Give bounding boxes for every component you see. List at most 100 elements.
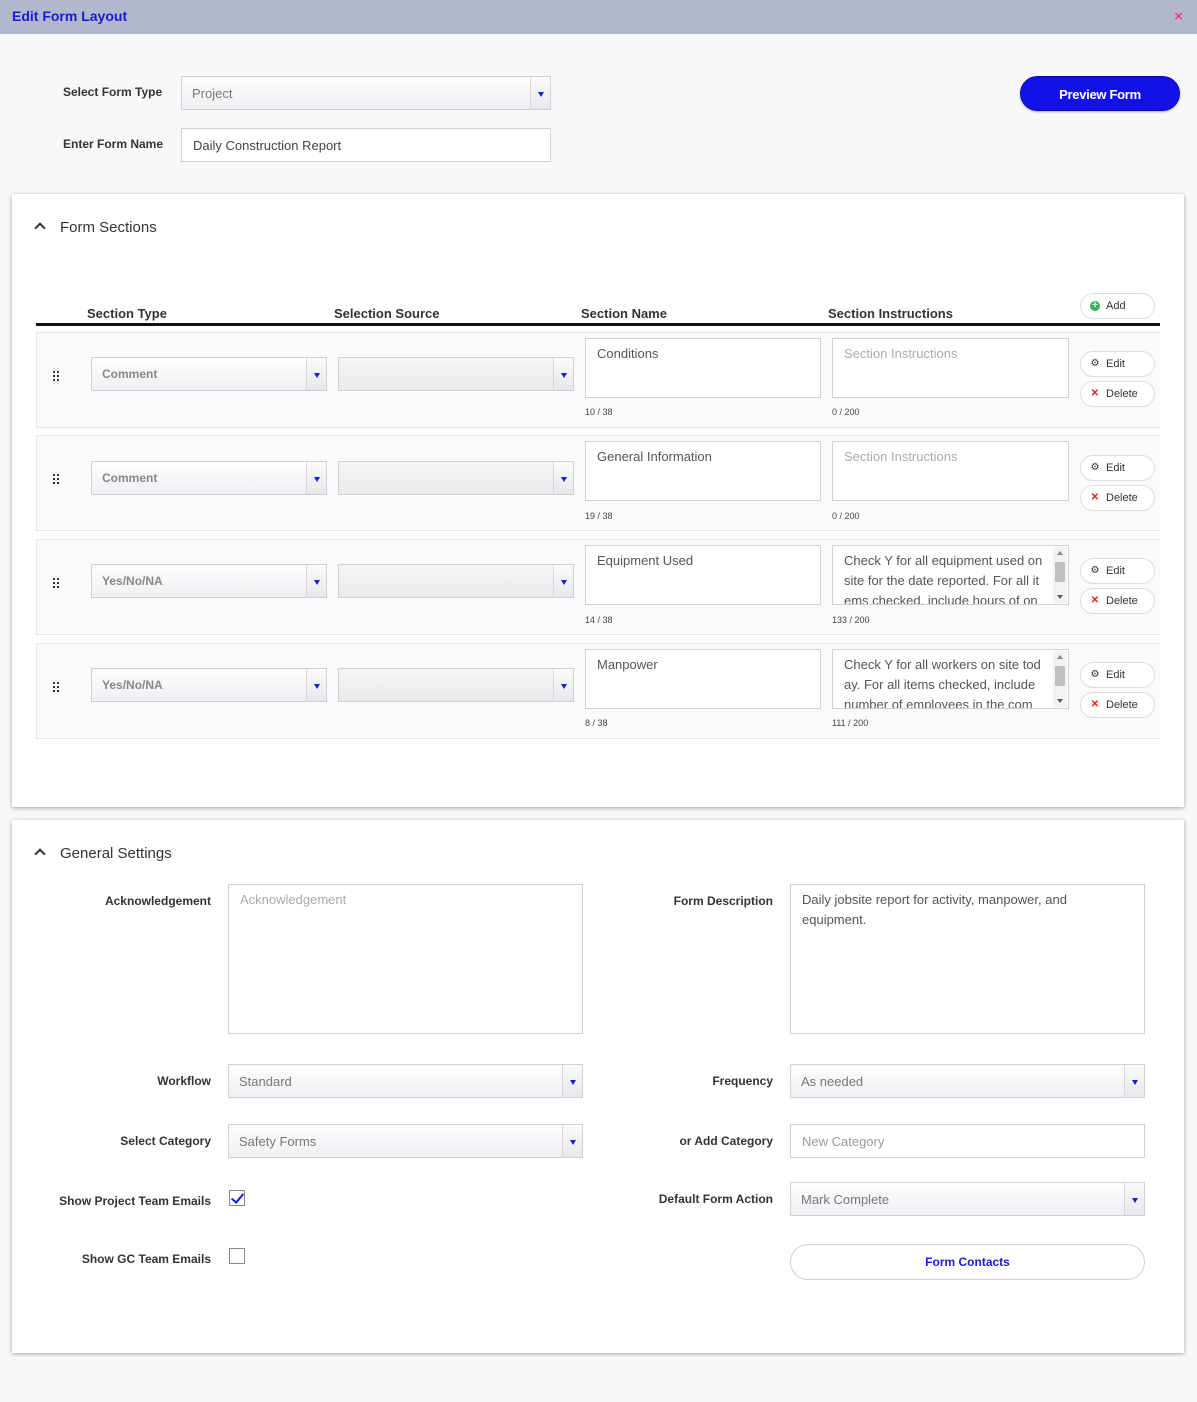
scroll-down-icon[interactable] [1057, 699, 1063, 703]
acknowledgement-field[interactable]: Acknowledgement [228, 884, 583, 1034]
dropdown-caret-icon [562, 1125, 582, 1157]
scroll-down-icon[interactable] [1057, 595, 1063, 599]
edit-section-button[interactable]: ⚙ Edit [1080, 558, 1155, 584]
scroll-up-icon[interactable] [1057, 655, 1063, 659]
section-instructions-field[interactable]: Check Y for all equipment used on site f… [832, 545, 1069, 605]
dropdown-caret-icon [553, 462, 573, 494]
project-team-emails-checkbox[interactable] [229, 1190, 245, 1206]
section-name-field[interactable]: Conditions [585, 338, 821, 398]
selection-source-select[interactable] [338, 668, 574, 702]
selection-source-select[interactable] [338, 461, 574, 495]
scroll-thumb[interactable] [1055, 562, 1065, 582]
col-section-instructions: Section Instructions [828, 306, 953, 321]
frequency-value: As needed [801, 1074, 864, 1089]
edit-label: Edit [1106, 669, 1125, 681]
section-instructions-field[interactable]: Check Y for all workers on site tod ay. … [832, 649, 1069, 709]
edit-section-button[interactable]: ⚙ Edit [1080, 455, 1155, 481]
section-type-value: Yes/No/NA [102, 678, 163, 692]
scroll-up-icon[interactable] [1057, 551, 1063, 555]
section-type-select[interactable]: Yes/No/NA [91, 668, 327, 702]
section-row: Comment Conditions 10 / 38 Section Instr… [36, 332, 1160, 428]
preview-form-button[interactable]: Preview Form [1020, 76, 1180, 111]
delete-label: Delete [1106, 492, 1138, 504]
section-instructions-field[interactable]: Section Instructions [832, 441, 1069, 501]
form-description-label: Form Description [673, 894, 773, 908]
drag-handle-icon[interactable] [51, 577, 61, 591]
delete-label: Delete [1106, 595, 1138, 607]
edit-label: Edit [1106, 358, 1125, 370]
form-sections-card: Form Sections Section Type Selection Sou… [12, 194, 1184, 807]
acknowledgement-label: Acknowledgement [104, 894, 211, 908]
add-section-button[interactable]: + Add [1080, 293, 1155, 319]
category-select[interactable]: Safety Forms [228, 1124, 583, 1158]
section-type-select[interactable]: Comment [91, 461, 327, 495]
section-type-value: Comment [102, 367, 158, 381]
section-type-select[interactable]: Comment [91, 357, 327, 391]
dropdown-caret-icon [306, 358, 326, 390]
delete-section-button[interactable]: ✕ Delete [1080, 692, 1155, 718]
section-name-field[interactable]: Manpower [585, 649, 821, 709]
x-icon: ✕ [1090, 492, 1100, 503]
section-name-field[interactable]: Equipment Used [585, 545, 821, 605]
delete-section-button[interactable]: ✕ Delete [1080, 485, 1155, 511]
workflow-label: Workflow [157, 1074, 211, 1088]
form-contacts-button[interactable]: Form Contacts [790, 1244, 1145, 1280]
section-name-value: Manpower [597, 657, 658, 672]
form-name-input[interactable]: Daily Construction Report [181, 128, 551, 162]
section-name-value: General Information [597, 449, 712, 464]
section-name-field[interactable]: General Information [585, 441, 821, 501]
dropdown-caret-icon [553, 358, 573, 390]
delete-label: Delete [1106, 699, 1138, 711]
default-form-action-value: Mark Complete [801, 1192, 890, 1207]
name-char-count: 14 / 38 [585, 615, 613, 625]
drag-handle-icon[interactable] [51, 370, 61, 384]
new-category-input[interactable]: New Category [790, 1124, 1145, 1158]
form-type-select[interactable]: Project [181, 76, 551, 110]
edit-label: Edit [1106, 462, 1125, 474]
category-value: Safety Forms [239, 1134, 317, 1149]
edit-label: Edit [1106, 565, 1125, 577]
instructions-char-count: 111 / 200 [832, 718, 869, 728]
instructions-char-count: 133 / 200 [832, 615, 870, 625]
edit-section-button[interactable]: ⚙ Edit [1080, 662, 1155, 688]
scrollbar[interactable] [1053, 651, 1067, 707]
default-form-action-select[interactable]: Mark Complete [790, 1182, 1145, 1216]
delete-section-button[interactable]: ✕ Delete [1080, 381, 1155, 407]
instructions-char-count: 0 / 200 [832, 511, 860, 521]
form-description-field[interactable]: Daily jobsite report for activity, manpo… [790, 884, 1145, 1034]
drag-handle-icon[interactable] [51, 681, 61, 695]
acknowledgement-placeholder: Acknowledgement [240, 892, 347, 907]
x-icon: ✕ [1090, 595, 1100, 606]
form-name-value: Daily Construction Report [193, 138, 342, 153]
col-section-name: Section Name [581, 306, 667, 321]
drag-handle-icon[interactable] [51, 473, 61, 487]
workflow-value: Standard [239, 1074, 292, 1089]
select-category-label: Select Category [120, 1134, 211, 1148]
gear-icon: ⚙ [1090, 462, 1100, 473]
delete-label: Delete [1106, 388, 1138, 400]
section-type-value: Comment [102, 471, 158, 485]
delete-section-button[interactable]: ✕ Delete [1080, 588, 1155, 614]
dropdown-caret-icon [1124, 1065, 1144, 1097]
dropdown-caret-icon [553, 565, 573, 597]
name-char-count: 8 / 38 [585, 718, 608, 728]
instructions-char-count: 0 / 200 [832, 407, 860, 417]
scrollbar[interactable] [1053, 547, 1067, 603]
selection-source-select[interactable] [338, 357, 574, 391]
name-char-count: 19 / 38 [585, 511, 613, 521]
chevron-up-icon[interactable] [34, 848, 46, 860]
scroll-thumb[interactable] [1055, 666, 1065, 686]
chevron-up-icon[interactable] [34, 222, 46, 234]
workflow-select[interactable]: Standard [228, 1064, 583, 1098]
selection-source-select[interactable] [338, 564, 574, 598]
frequency-select[interactable]: As needed [790, 1064, 1145, 1098]
form-name-label: Enter Form Name [63, 137, 164, 151]
edit-section-button[interactable]: ⚙ Edit [1080, 351, 1155, 377]
dropdown-caret-icon [1124, 1183, 1144, 1215]
section-type-select[interactable]: Yes/No/NA [91, 564, 327, 598]
section-instructions-field[interactable]: Section Instructions [832, 338, 1069, 398]
gc-team-emails-checkbox[interactable] [229, 1248, 245, 1264]
dropdown-caret-icon [562, 1065, 582, 1097]
section-name-value: Equipment Used [597, 553, 694, 568]
close-icon[interactable]: × [1174, 9, 1183, 24]
